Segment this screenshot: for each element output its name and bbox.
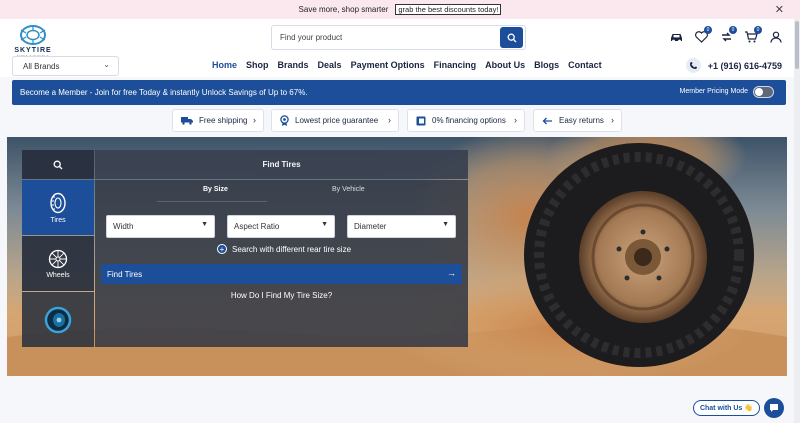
scrollbar-thumb[interactable] xyxy=(795,21,799,69)
chat-button[interactable] xyxy=(764,398,784,418)
promo-close-icon[interactable]: ✕ xyxy=(775,3,784,16)
width-dropdown[interactable]: Width ▼ xyxy=(106,215,215,238)
segment-by-vehicle[interactable]: By Vehicle xyxy=(332,186,365,193)
brands-dropdown-value: All Brands xyxy=(23,61,60,71)
cart-icon[interactable]: 0 xyxy=(743,26,762,45)
member-pricing-label: Member Pricing Mode xyxy=(679,88,748,95)
finder-tab-tires[interactable]: Tires xyxy=(22,180,94,235)
benefit-financing[interactable]: 0% financing options › xyxy=(407,109,525,132)
find-tires-button[interactable]: Find Tires → xyxy=(101,264,462,284)
search-input[interactable] xyxy=(272,26,500,49)
phone-contact[interactable]: +1 (916) 616-4759 xyxy=(685,58,782,73)
logo-tire-icon xyxy=(20,25,46,45)
nav-deals[interactable]: Deals xyxy=(318,60,342,70)
promo-text: Save more, shop smarter xyxy=(298,5,389,14)
member-banner[interactable]: Become a Member - Join for free Today & … xyxy=(12,80,786,105)
medal-icon xyxy=(280,115,289,126)
width-dropdown-value: Width xyxy=(113,222,134,231)
truck-icon xyxy=(181,116,193,125)
wishlist-badge: 0 xyxy=(704,26,712,34)
page-scrollbar[interactable] xyxy=(794,19,800,423)
nav-home[interactable]: Home xyxy=(212,60,237,70)
benefit-label: Lowest price guarantee xyxy=(295,116,379,125)
benefit-free-shipping[interactable]: Free shipping › xyxy=(172,109,264,132)
segment-active-underline xyxy=(157,201,267,202)
garage-car-icon[interactable] xyxy=(668,29,684,45)
hero-banner: Find Tires Tires Wheels By Size By Vehic… xyxy=(7,137,787,376)
aspect-ratio-dropdown[interactable]: Aspect Ratio ▼ xyxy=(227,215,335,238)
search-icon xyxy=(53,160,63,169)
nav-payment-options[interactable]: Payment Options xyxy=(351,60,425,70)
main-nav: Home Shop Brands Deals Payment Options F… xyxy=(212,60,611,70)
chevron-right-icon: › xyxy=(611,115,614,125)
nav-about-us[interactable]: About Us xyxy=(485,60,525,70)
wheel-icon xyxy=(48,249,68,268)
plus-icon: + xyxy=(217,244,227,254)
phone-number: +1 (916) 616-4759 xyxy=(707,60,782,71)
benefit-label: Easy returns xyxy=(559,116,604,125)
member-banner-text: Become a Member - Join for free Today & … xyxy=(20,88,308,97)
logo-text: SKYTIRE xyxy=(14,47,52,54)
finder-tab-tires-label: Tires xyxy=(50,216,66,224)
benefits-row: Free shipping › Lowest price guarantee ›… xyxy=(0,109,800,133)
wishlist-heart-icon[interactable]: 0 xyxy=(693,26,712,45)
search-icon xyxy=(507,33,516,42)
benefit-label: Free shipping xyxy=(199,116,248,125)
diameter-dropdown-value: Diameter xyxy=(354,222,387,231)
segment-by-size[interactable]: By Size xyxy=(203,186,228,193)
rear-tire-size-label: Search with different rear tire size xyxy=(232,244,352,254)
phone-icon xyxy=(685,58,701,73)
account-user-icon[interactable] xyxy=(768,29,784,45)
cart-badge: 0 xyxy=(754,26,762,34)
chevron-right-icon: › xyxy=(253,115,256,125)
nav-shop[interactable]: Shop xyxy=(246,60,269,70)
chat-widget: Chat with Us 👋 xyxy=(692,398,784,418)
arrow-right-icon: → xyxy=(447,268,456,278)
tire-wheel-package-icon xyxy=(44,306,72,333)
finder-body: By Size By Vehicle Width ▼ Aspect Ratio … xyxy=(95,180,468,347)
search-bar xyxy=(271,25,526,50)
caret-down-icon: ▼ xyxy=(442,221,449,228)
finder-tab-tire-wheel-package[interactable] xyxy=(22,292,94,347)
chevron-down-icon: ⌄ xyxy=(103,60,110,69)
promo-bar: Save more, shop smarter grab the best di… xyxy=(0,0,800,19)
header-icons: 0 0 0 xyxy=(668,26,784,45)
aspect-ratio-dropdown-value: Aspect Ratio xyxy=(234,222,280,231)
finder-search-tab[interactable] xyxy=(22,150,94,179)
chat-icon xyxy=(770,404,778,412)
finder-title: Find Tires xyxy=(95,150,468,179)
promo-discount-link[interactable]: grab the best discounts today! xyxy=(395,4,502,15)
search-button[interactable] xyxy=(500,27,523,48)
benefit-lowest-price[interactable]: Lowest price guarantee › xyxy=(271,109,399,132)
benefit-easy-returns[interactable]: Easy returns › xyxy=(533,109,622,132)
nav-blogs[interactable]: Blogs xyxy=(534,60,559,70)
member-pricing-toggle[interactable] xyxy=(753,86,774,98)
nav-contact[interactable]: Contact xyxy=(568,60,602,70)
compare-icon[interactable]: 0 xyxy=(718,26,737,45)
chat-label[interactable]: Chat with Us 👋 xyxy=(692,400,760,416)
find-tires-button-label: Find Tires xyxy=(107,269,143,279)
benefit-label: 0% financing options xyxy=(432,116,506,125)
caret-down-icon: ▼ xyxy=(201,221,208,228)
diameter-dropdown[interactable]: Diameter ▼ xyxy=(347,215,456,238)
brands-dropdown[interactable]: All Brands ⌄ xyxy=(12,56,119,76)
chevron-right-icon: › xyxy=(388,115,391,125)
rear-tire-size-option[interactable]: + Search with different rear tire size xyxy=(217,244,351,254)
tire-finder-panel: Find Tires Tires Wheels By Size By Vehic… xyxy=(22,150,468,347)
chevron-right-icon: › xyxy=(514,115,517,125)
finder-tab-wheels[interactable]: Wheels xyxy=(22,236,94,291)
caret-down-icon: ▼ xyxy=(321,221,328,228)
nav-brands[interactable]: Brands xyxy=(278,60,309,70)
compare-badge: 0 xyxy=(729,26,737,34)
finder-tab-wheels-label: Wheels xyxy=(46,271,70,279)
card-icon xyxy=(416,116,426,126)
return-arrow-icon xyxy=(542,117,553,125)
tire-size-help-link[interactable]: How Do I Find My Tire Size? xyxy=(95,291,468,300)
nav-financing[interactable]: Financing xyxy=(434,60,477,70)
tire-icon xyxy=(50,192,66,213)
